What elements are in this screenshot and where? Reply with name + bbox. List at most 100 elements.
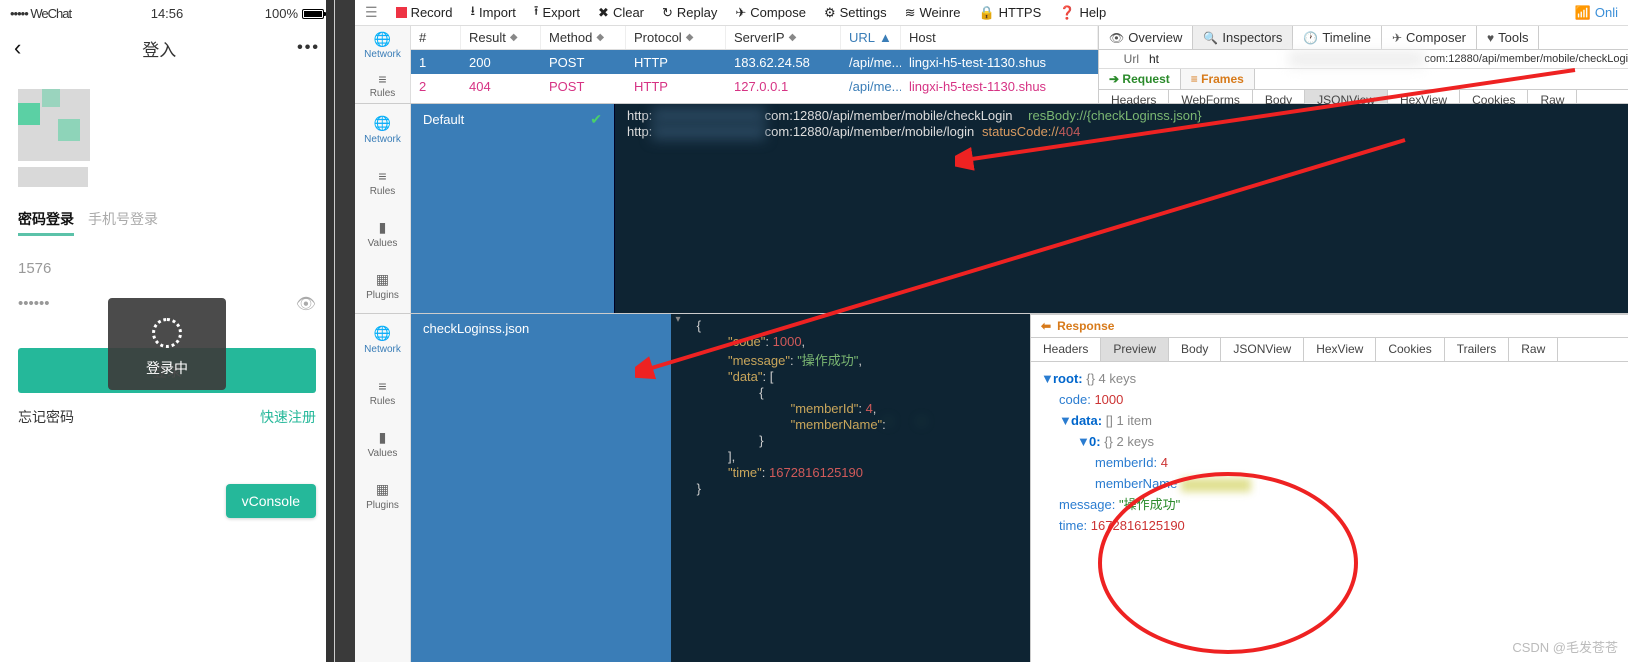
help-button[interactable]: ❓Help: [1059, 5, 1106, 21]
resp-tab-body[interactable]: Body: [1169, 338, 1221, 361]
tab-mobile-login[interactable]: 手机号登录: [88, 209, 158, 236]
eye-icon: 👁: [1109, 31, 1124, 45]
tab-composer[interactable]: ✈Composer: [1382, 26, 1477, 49]
network-table: # Result◆ Method◆ Protocol◆ ServerIP◆ UR…: [411, 26, 1098, 103]
forgot-password-link[interactable]: 忘记密码: [18, 407, 74, 427]
col-method[interactable]: Method◆: [541, 26, 626, 49]
battery-icon: [302, 9, 324, 19]
username-blur: [18, 167, 88, 187]
watermark: CSDN @毛发苍苍: [1512, 637, 1618, 656]
settings-button[interactable]: ⚙Settings: [824, 5, 887, 21]
menu-icon[interactable]: ☰: [365, 4, 378, 21]
eye-icon[interactable]: 👁: [296, 294, 316, 314]
clear-button[interactable]: ✖Clear: [598, 5, 644, 21]
loading-label: 登录中: [146, 358, 188, 378]
sidebar-values-2[interactable]: ▮Values: [355, 208, 410, 260]
sidebar-plugins-3[interactable]: ▦Plugins: [355, 470, 410, 522]
resp-tab-raw[interactable]: Raw: [1509, 338, 1558, 361]
resp-tab-headers[interactable]: Headers: [1031, 338, 1101, 361]
tab-tools[interactable]: ♥Tools: [1477, 26, 1539, 49]
more-icon[interactable]: •••: [297, 39, 320, 57]
compose-icon: ✈: [735, 5, 746, 21]
col-index[interactable]: #: [411, 26, 461, 49]
spinner-icon: [152, 318, 182, 348]
compose-button[interactable]: ✈Compose: [735, 5, 806, 21]
value-item-checkloginss[interactable]: checkLoginss.json: [411, 314, 671, 343]
whistle-app: ☰ Record ⭳Import ⭱Export ✖Clear ↻Replay …: [335, 0, 1628, 662]
list-icon: ≡: [378, 168, 386, 184]
vconsole-button[interactable]: vConsole: [226, 484, 316, 518]
arrow-left-icon: ⬅: [1041, 319, 1051, 333]
resp-tab-hexview[interactable]: HexView: [1304, 338, 1376, 361]
clock-icon: 🕐: [1303, 31, 1318, 45]
url-tail: com:12880/api/member/mobile/checkLogi: [1424, 53, 1628, 65]
resp-tab-preview[interactable]: Preview: [1101, 338, 1169, 361]
response-tree[interactable]: ▼root: {} 4 keys code: 1000 ▼data: [] 1 …: [1031, 362, 1628, 542]
sidebar-plugins-2[interactable]: ▦Plugins: [355, 260, 410, 312]
resp-tab-cookies[interactable]: Cookies: [1376, 338, 1444, 361]
sidebar-network-3[interactable]: 🌐Network: [355, 314, 410, 366]
globe-icon: 🌐: [374, 31, 391, 48]
tab-timeline[interactable]: 🕐Timeline: [1293, 26, 1382, 49]
rule-item-default[interactable]: Default✔: [411, 104, 614, 135]
import-icon: ⭳: [470, 2, 475, 24]
replay-button[interactable]: ↻Replay: [662, 5, 717, 21]
left-sidebar-top: 🌐Network ≡Rules: [355, 26, 411, 103]
https-button[interactable]: 🔒HTTPS: [978, 5, 1041, 21]
status-bar: ••••• WeChat 14:56 100%: [0, 0, 334, 25]
send-icon: ✈: [1392, 31, 1402, 45]
sidebar-values-3[interactable]: ▮Values: [355, 418, 410, 470]
plugin-icon: ▦: [376, 481, 389, 498]
password-input[interactable]: ••••••: [18, 289, 50, 318]
table-header: # Result◆ Method◆ Protocol◆ ServerIP◆ UR…: [411, 26, 1098, 50]
request-frames-tabs: ➔ Request ≡ Frames: [1099, 69, 1628, 90]
battery-indicator: 100%: [265, 6, 324, 21]
record-button[interactable]: Record: [396, 5, 453, 20]
list-icon: ≡: [378, 71, 386, 87]
col-serverip[interactable]: ServerIP◆: [726, 26, 841, 49]
import-button[interactable]: ⭳Import: [470, 2, 515, 24]
folder-icon: ▮: [379, 429, 387, 446]
resp-tab-jsonview[interactable]: JSONView: [1221, 338, 1304, 361]
values-list: checkLoginss.json: [411, 314, 671, 662]
col-result[interactable]: Result◆: [461, 26, 541, 49]
weinre-button[interactable]: ≋Weinre: [905, 5, 961, 21]
tab-password-login[interactable]: 密码登录: [18, 209, 74, 236]
check-icon: ✔: [590, 111, 602, 128]
export-button[interactable]: ⭱Export: [534, 2, 580, 24]
url-input[interactable]: [1145, 50, 1289, 68]
back-icon[interactable]: ‹: [14, 35, 21, 61]
url-label: Url: [1099, 52, 1145, 66]
carrier-label: ••••• WeChat: [10, 6, 71, 21]
json-editor[interactable]: ▾ { "code": 1000, "message": "操作成功", "da…: [671, 314, 1031, 662]
response-header: ⬅Response: [1031, 315, 1628, 338]
phone-input[interactable]: 1576: [18, 254, 316, 283]
col-url[interactable]: URL▲: [841, 26, 901, 49]
phone-navbar: ‹ 登入 •••: [0, 25, 334, 71]
online-button[interactable]: 📶Onli: [1575, 5, 1618, 21]
tab-frames[interactable]: ≡ Frames: [1181, 69, 1255, 89]
sidebar-network-2[interactable]: 🌐Network: [355, 104, 410, 156]
tab-overview[interactable]: 👁Overview: [1099, 26, 1193, 49]
col-host[interactable]: Host: [901, 26, 1098, 49]
resp-tab-trailers[interactable]: Trailers: [1445, 338, 1510, 361]
tab-inspectors[interactable]: 🔍Inspectors: [1193, 26, 1293, 49]
quick-register-link[interactable]: 快速注册: [260, 407, 316, 427]
table-row[interactable]: 2404POSTHTTP127.0.0.1/api/me...lingxi-h5…: [411, 74, 1098, 98]
time-label: 14:56: [151, 6, 184, 21]
response-panel: ⬅Response Headers Preview Body JSONView …: [1031, 314, 1628, 662]
sidebar-rules-3[interactable]: ≡Rules: [355, 366, 410, 418]
sidebar-network[interactable]: 🌐Network: [355, 26, 410, 65]
tab-request[interactable]: ➔ Request: [1099, 69, 1181, 89]
login-tabs: 密码登录 手机号登录: [18, 209, 316, 236]
heart-icon: ♥: [1487, 31, 1494, 45]
record-icon: [396, 7, 407, 18]
sidebar-rules-2[interactable]: ≡Rules: [355, 156, 410, 208]
rules-editor[interactable]: http: com:12880/api/member/mobile/checkL…: [615, 104, 1628, 313]
sidebar-rules[interactable]: ≡Rules: [355, 65, 410, 104]
table-row[interactable]: 1200POSTHTTP183.62.24.58/api/me...lingxi…: [411, 50, 1098, 74]
avatar: [18, 89, 90, 161]
col-protocol[interactable]: Protocol◆: [626, 26, 726, 49]
globe-icon: 🌐: [374, 325, 391, 342]
weinre-icon: ≋: [905, 5, 916, 21]
